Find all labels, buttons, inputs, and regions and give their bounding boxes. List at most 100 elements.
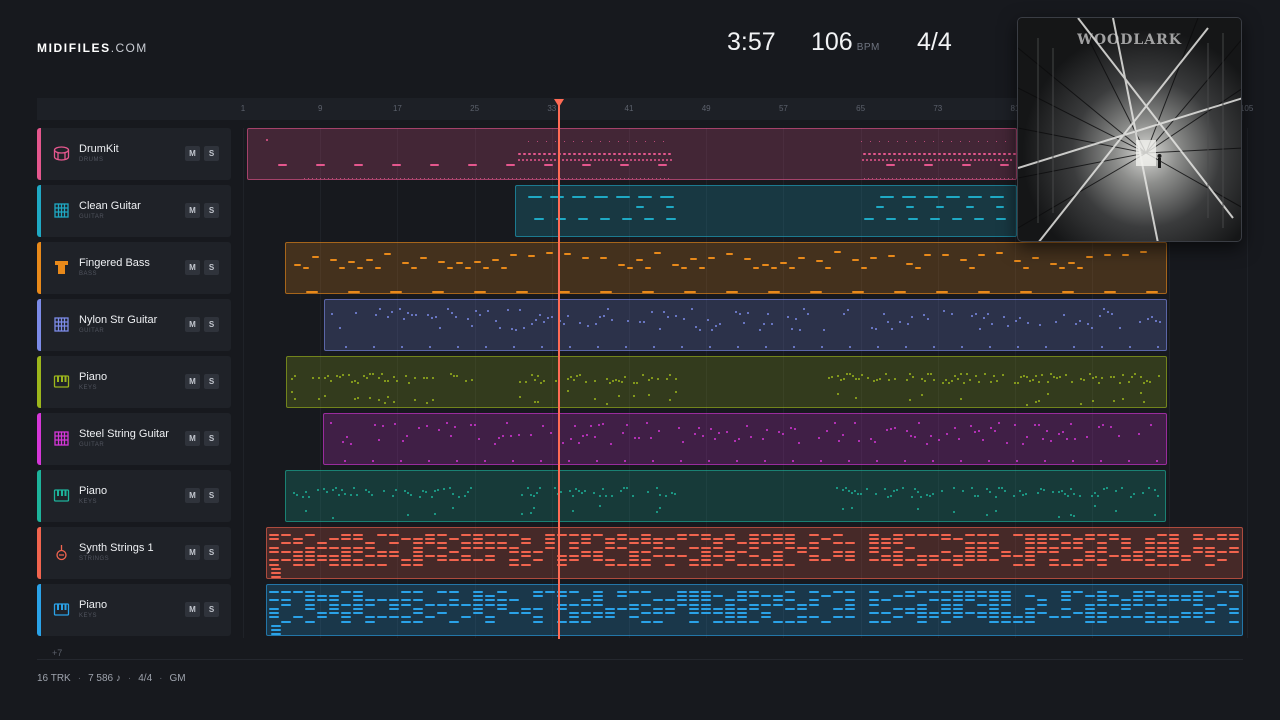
midi-note — [341, 621, 351, 623]
midi-note — [1157, 346, 1159, 348]
midi-note — [509, 559, 519, 561]
playhead[interactable] — [558, 103, 560, 639]
midi-note — [401, 346, 403, 348]
midi-note — [894, 159, 896, 161]
mute-button[interactable]: M — [185, 602, 200, 617]
mute-button[interactable]: M — [185, 146, 200, 161]
track-header[interactable]: Nylon Str Guitar GUITAR M S — [37, 299, 231, 351]
solo-button[interactable]: S — [204, 374, 219, 389]
midi-note — [570, 159, 572, 161]
midi-note — [563, 323, 565, 325]
midi-note — [869, 542, 879, 544]
midi-note — [538, 159, 540, 161]
midi-note — [785, 564, 795, 566]
solo-button[interactable]: S — [204, 431, 219, 446]
midi-note — [431, 496, 433, 498]
midi-clip[interactable] — [285, 242, 1167, 294]
midi-note — [881, 542, 891, 544]
track-category: DRUMS — [79, 157, 104, 163]
midi-note — [528, 153, 531, 155]
midi-note — [636, 259, 643, 261]
midi-clip[interactable] — [247, 128, 1017, 180]
midi-note — [432, 178, 433, 179]
midi-note — [437, 555, 447, 557]
track-header[interactable]: Clean Guitar GUITAR M S — [37, 185, 231, 237]
track-header[interactable]: Fingered Bass BASS M S — [37, 242, 231, 294]
solo-button[interactable]: S — [204, 602, 219, 617]
mute-button[interactable]: M — [185, 260, 200, 275]
midi-note — [658, 159, 660, 161]
midi-note — [980, 178, 981, 179]
midi-note — [904, 460, 906, 462]
midi-note — [332, 517, 334, 519]
mute-button[interactable]: M — [185, 203, 200, 218]
track-header[interactable]: Piano KEYS M S — [37, 584, 231, 636]
mute-button[interactable]: M — [185, 431, 200, 446]
midi-note — [912, 178, 913, 179]
midi-note — [917, 621, 927, 623]
midi-note — [1097, 542, 1107, 544]
solo-button[interactable]: S — [204, 203, 219, 218]
midi-note — [533, 595, 543, 597]
midi-note — [1025, 493, 1027, 495]
midi-note — [920, 178, 921, 179]
midi-clip[interactable] — [324, 299, 1167, 351]
midi-clip[interactable] — [285, 470, 1166, 522]
more-tracks-indicator[interactable]: +7 — [52, 648, 62, 658]
midi-note — [323, 488, 325, 490]
midi-note — [893, 608, 903, 610]
midi-note — [377, 564, 387, 566]
midi-note — [681, 346, 683, 348]
mute-button[interactable]: M — [185, 488, 200, 503]
solo-button[interactable]: S — [204, 146, 219, 161]
midi-note — [378, 399, 380, 401]
solo-button[interactable]: S — [204, 260, 219, 275]
track-header[interactable]: DrumKit DRUMS M S — [37, 128, 231, 180]
midi-note — [642, 291, 654, 293]
track-header[interactable]: Piano KEYS M S — [37, 356, 231, 408]
midi-note — [420, 257, 427, 259]
midi-note — [891, 328, 893, 330]
track-header[interactable]: Steel String Guitar GUITAR M S — [37, 413, 231, 465]
midi-note — [1037, 599, 1047, 601]
midi-note — [1047, 381, 1049, 383]
mute-button[interactable]: M — [185, 317, 200, 332]
midi-note — [933, 379, 935, 381]
site-logo[interactable]: MIDIFILES.COM — [37, 41, 148, 55]
midi-clip[interactable] — [266, 527, 1243, 579]
midi-note — [1113, 376, 1115, 378]
midi-note — [1085, 538, 1095, 540]
midi-clip[interactable] — [266, 584, 1243, 636]
midi-clip[interactable] — [286, 356, 1167, 408]
track-header[interactable]: Synth Strings 1 STRINGS M S — [37, 527, 231, 579]
midi-clip[interactable] — [515, 185, 1017, 237]
playhead-handle[interactable] — [554, 99, 564, 107]
midi-note — [870, 438, 872, 440]
track-header[interactable]: Piano KEYS M S — [37, 470, 231, 522]
logo-brand: MIDIFILES — [37, 41, 111, 55]
midi-note — [852, 291, 864, 293]
solo-button[interactable]: S — [204, 488, 219, 503]
midi-note — [941, 612, 951, 614]
mute-button[interactable]: M — [185, 545, 200, 560]
midi-note — [600, 141, 601, 142]
album-cover: WOODLARK — [1017, 17, 1242, 242]
midi-clip[interactable] — [323, 413, 1167, 465]
midi-note — [953, 487, 955, 489]
midi-note — [616, 196, 630, 198]
midi-note — [269, 599, 279, 601]
midi-note — [413, 599, 423, 601]
solo-button[interactable]: S — [204, 317, 219, 332]
midi-note — [990, 427, 992, 429]
midi-note — [1062, 431, 1064, 433]
midi-note — [845, 599, 855, 601]
midi-note — [677, 599, 687, 601]
solo-button[interactable]: S — [204, 545, 219, 560]
midi-note — [1145, 595, 1155, 597]
midi-note — [680, 460, 682, 462]
midi-note — [400, 460, 402, 462]
midi-note — [452, 507, 454, 509]
midi-note — [701, 555, 711, 557]
mute-button[interactable]: M — [185, 374, 200, 389]
midi-note — [1035, 375, 1037, 377]
